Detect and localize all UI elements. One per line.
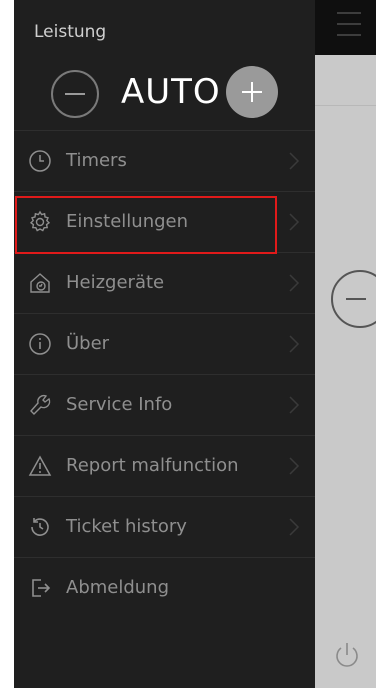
menu-item-heizgeraete[interactable]: Heizgeräte [14, 252, 315, 313]
menu-item-timers[interactable]: Timers [14, 130, 315, 191]
power-icon[interactable] [332, 640, 362, 670]
menu-item-einstellungen[interactable]: Einstellungen [14, 191, 315, 252]
menu-item-label: Über [66, 333, 110, 355]
menu-item-abmeldung[interactable]: Abmeldung [14, 557, 315, 618]
increase-power-button[interactable] [226, 66, 278, 118]
menu-item-label: Heizgeräte [66, 272, 165, 294]
app-content [315, 55, 376, 688]
navigation-drawer: Leistung AUTO Timers Einstellungen Heizg… [14, 0, 315, 688]
chevron-right-icon [289, 213, 300, 231]
menu-item-report-malfunction[interactable]: Report malfunction [14, 435, 315, 496]
chevron-right-icon [289, 152, 300, 170]
wrench-icon [30, 394, 51, 415]
power-label: Leistung [34, 22, 107, 42]
drawer-menu: Timers Einstellungen Heizgeräte Über Ser… [14, 130, 315, 618]
menu-item-ueber[interactable]: Über [14, 313, 315, 374]
power-mode-value: AUTO [121, 72, 221, 112]
menu-item-label: Report malfunction [66, 455, 239, 477]
menu-item-label: Ticket history [66, 516, 187, 538]
menu-item-service-info[interactable]: Service Info [14, 374, 315, 435]
decrease-power-button[interactable] [51, 70, 99, 118]
gear-icon [29, 210, 51, 232]
menu-item-ticket-history[interactable]: Ticket history [14, 496, 315, 557]
info-icon [29, 333, 51, 355]
hamburger-menu-icon[interactable] [337, 12, 361, 40]
chevron-right-icon [289, 335, 300, 353]
history-icon [31, 518, 49, 536]
menu-item-label: Abmeldung [66, 577, 170, 599]
menu-item-label: Einstellungen [66, 211, 189, 233]
menu-item-label: Service Info [66, 394, 173, 416]
chevron-right-icon [289, 396, 300, 414]
chevron-right-icon [289, 518, 300, 536]
menu-item-label: Timers [66, 150, 127, 172]
home-heater-icon [30, 273, 50, 293]
clock-icon [29, 150, 51, 172]
chevron-right-icon [289, 457, 300, 475]
chevron-right-icon [289, 274, 300, 292]
app-divider [315, 105, 376, 106]
logout-icon [32, 579, 51, 597]
warning-icon [28, 455, 52, 476]
left-edge [0, 0, 14, 688]
